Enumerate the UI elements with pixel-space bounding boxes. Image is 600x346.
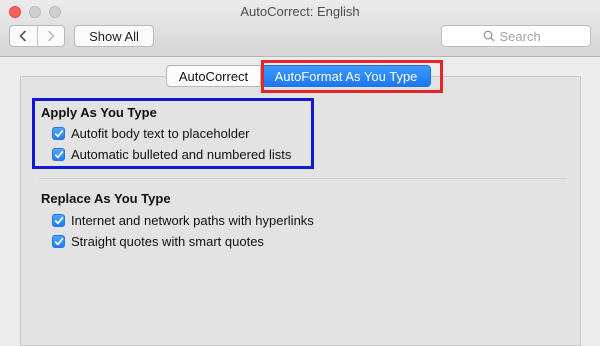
option-internet-paths-hyperlinks[interactable]: Internet and network paths with hyperlin…	[52, 213, 314, 228]
title-bar: AutoCorrect: English Show All	[0, 0, 600, 57]
search-input[interactable]	[499, 28, 550, 44]
section-divider	[39, 178, 567, 179]
tab-autocorrect[interactable]: AutoCorrect	[166, 65, 261, 87]
autocorrect-window: AutoCorrect: English Show All AutoCorrec…	[0, 0, 600, 346]
highlight-box-blue	[32, 98, 314, 169]
option-label: Straight quotes with smart quotes	[71, 234, 264, 249]
option-straight-quotes-smart-quotes[interactable]: Straight quotes with smart quotes	[52, 234, 264, 249]
checkmark-icon	[54, 237, 63, 246]
checkmark-icon	[54, 216, 63, 225]
window-title: AutoCorrect: English	[240, 4, 360, 19]
option-label: Internet and network paths with hyperlin…	[71, 213, 314, 228]
search-field[interactable]	[441, 25, 591, 47]
checkbox[interactable]	[52, 214, 65, 227]
search-icon	[483, 30, 494, 42]
highlight-box-red	[261, 60, 443, 93]
chevron-right-icon	[47, 30, 55, 42]
show-all-button[interactable]: Show All	[74, 25, 154, 47]
chevron-left-icon	[19, 30, 27, 42]
nav-buttons	[9, 25, 65, 47]
forward-button[interactable]	[36, 26, 65, 46]
back-button[interactable]	[10, 26, 37, 46]
replace-section-title: Replace As You Type	[41, 191, 171, 206]
checkbox[interactable]	[52, 235, 65, 248]
